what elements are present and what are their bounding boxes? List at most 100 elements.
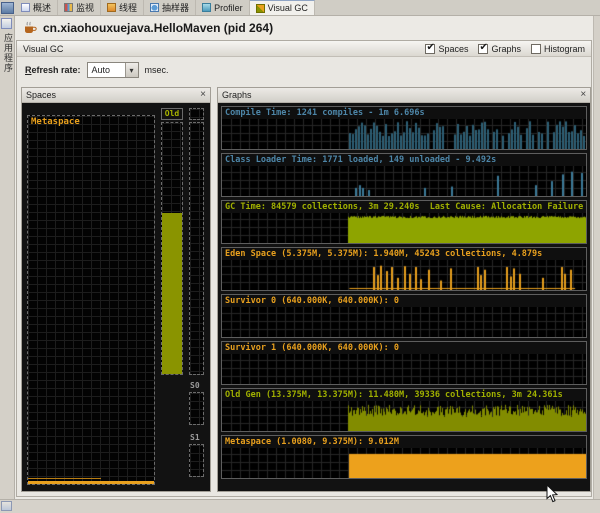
eden-space-box bbox=[189, 122, 204, 375]
metaspace-space-box: Metaspace bbox=[27, 115, 155, 485]
check-icon: ✔ bbox=[479, 41, 488, 53]
profiler-icon bbox=[202, 3, 212, 12]
checkbox-graphs[interactable]: ✔ Graphs bbox=[478, 41, 521, 54]
graph-strip-6: Old Gen (13.375M, 13.375M): 11.480M, 393… bbox=[221, 388, 588, 432]
spaces-panel-title: Spaces bbox=[26, 90, 57, 100]
applications-sidebar-label[interactable]: 应用程序 bbox=[2, 33, 15, 73]
survivor0-space-box bbox=[189, 392, 204, 425]
survivor1-space-box bbox=[189, 444, 204, 477]
graph-strip-chart bbox=[222, 119, 587, 149]
graphs-panel-header: Graphs × bbox=[218, 88, 591, 103]
graph-strip-chart bbox=[222, 307, 587, 337]
graph-strip-chart bbox=[222, 260, 587, 290]
application-title-row: cn.xiaohouxuejava.HelloMaven (pid 264) bbox=[15, 16, 593, 40]
spaces-checkbox-box[interactable]: ✔ bbox=[425, 41, 436, 54]
survivor0-space-label: S0 bbox=[190, 381, 200, 390]
spaces-panel-header: Spaces × bbox=[22, 88, 210, 103]
window-corner-icon bbox=[1, 2, 14, 14]
graph-strip-7: Metaspace (1.0080, 9.375M): 9.012M bbox=[221, 435, 588, 479]
metaspace-usage-line bbox=[28, 478, 102, 479]
tab-profiler[interactable]: Profiler bbox=[196, 0, 250, 15]
survivor1-space-label: S1 bbox=[190, 433, 200, 442]
tab-label: 概述 bbox=[33, 3, 52, 13]
eden-space-label-box bbox=[189, 108, 204, 120]
graph-strip-chart bbox=[222, 166, 587, 196]
status-bar bbox=[0, 499, 600, 513]
graph-strip-5: Survivor 1 (640.000K, 640.000K): 0 bbox=[221, 341, 588, 385]
visualvm-window: 概述 监视 线程 抽样器 Profiler Visual GC 应用程序 cn.xiaoh… bbox=[0, 0, 600, 513]
vertical-scrollbar[interactable] bbox=[593, 16, 600, 499]
threads-icon bbox=[107, 3, 117, 12]
chevron-down-icon[interactable]: ▾ bbox=[124, 63, 138, 77]
old-usage-fill bbox=[162, 213, 182, 374]
view-checkbox-group: ✔ Spaces ✔ Graphs Histogram bbox=[425, 41, 585, 54]
tab-bar: 概述 监视 线程 抽样器 Profiler Visual GC bbox=[0, 0, 600, 16]
tab-抽样器[interactable]: 抽样器 bbox=[144, 0, 197, 15]
graph-strip-title: Metaspace (1.0080, 9.375M): 9.012M bbox=[222, 436, 587, 448]
refresh-rate-row: Refresh rate: Auto ▾ msec. bbox=[17, 57, 591, 83]
graph-strip-title: Survivor 1 (640.000K, 640.000K): 0 bbox=[222, 342, 587, 354]
graph-strip-title: Compile Time: 1241 compiles - 1m 6.696s bbox=[222, 107, 587, 119]
tab-visual-gc[interactable]: Visual GC bbox=[249, 0, 315, 15]
applications-tab-icon[interactable] bbox=[1, 18, 12, 29]
graph-strip-2: GC Time: 84579 collections, 3m 29.240s L… bbox=[221, 200, 588, 244]
histogram-checkbox-box[interactable] bbox=[530, 43, 541, 54]
tab-label: 抽样器 bbox=[162, 3, 190, 13]
graph-strip-title: Eden Space (5.375M, 5.375M): 1.940M, 452… bbox=[222, 248, 587, 260]
metaspace-usage-fill bbox=[28, 481, 154, 484]
tab-label: 监视 bbox=[76, 3, 95, 13]
main-area: cn.xiaohouxuejava.HelloMaven (pid 264) V… bbox=[15, 16, 593, 499]
tab-线程[interactable]: 线程 bbox=[101, 0, 145, 15]
graph-strip-chart bbox=[222, 354, 587, 384]
tab-label: Visual GC bbox=[267, 3, 308, 13]
visualgc-icon bbox=[255, 3, 265, 13]
visualgc-toolbar: Visual GC ✔ Spaces ✔ Graphs Histogram bbox=[17, 41, 591, 57]
check-icon: ✔ bbox=[426, 41, 435, 53]
graph-strip-4: Survivor 0 (640.000K, 640.000K): 0 bbox=[221, 294, 588, 338]
refresh-rate-unit: msec. bbox=[144, 65, 169, 75]
refresh-rate-label: Refresh rate: bbox=[25, 65, 81, 75]
checkbox-label: Graphs bbox=[491, 43, 521, 54]
page-title: cn.xiaohouxuejava.HelloMaven (pid 264) bbox=[43, 21, 274, 35]
graph-strip-0: Compile Time: 1241 compiles - 1m 6.696s bbox=[221, 106, 588, 150]
old-space-box bbox=[161, 122, 183, 375]
monitor-icon bbox=[64, 3, 74, 12]
graphs-close-button[interactable]: × bbox=[580, 90, 586, 100]
overview-icon bbox=[21, 3, 30, 12]
old-space-label: Old bbox=[161, 108, 183, 120]
statusbar-corner-icon bbox=[1, 501, 12, 511]
graphs-panel-title: Graphs bbox=[222, 90, 252, 100]
graphs-panel-body: Compile Time: 1241 compiles - 1m 6.696s C… bbox=[218, 103, 591, 491]
sampler-icon bbox=[150, 3, 160, 12]
graph-strip-title: Old Gen (13.375M, 13.375M): 11.480M, 393… bbox=[222, 389, 587, 401]
graph-strip-chart bbox=[222, 448, 587, 478]
graph-strip-title: Class Loader Time: 1771 loaded, 149 unlo… bbox=[222, 154, 587, 166]
checkbox-label: Histogram bbox=[543, 43, 585, 54]
java-coffee-icon bbox=[25, 21, 37, 33]
tab-概述[interactable]: 概述 bbox=[15, 0, 59, 15]
spaces-panel: Spaces × Metaspace Old S0 S1 bbox=[21, 87, 211, 492]
graphs-checkbox-box[interactable]: ✔ bbox=[478, 41, 489, 54]
graph-strip-title: Survivor 0 (640.000K, 640.000K): 0 bbox=[222, 295, 587, 307]
graph-strip-3: Eden Space (5.375M, 5.375M): 1.940M, 452… bbox=[221, 247, 588, 291]
visualgc-content: Visual GC ✔ Spaces ✔ Graphs Histogram Refres… bbox=[16, 40, 592, 497]
graphs-panel: Graphs × Compile Time: 1241 compiles - 1… bbox=[217, 87, 592, 492]
applications-sidebar[interactable]: 应用程序 bbox=[0, 16, 15, 499]
metaspace-space-label: Metaspace bbox=[31, 117, 80, 127]
spaces-close-button[interactable]: × bbox=[200, 90, 206, 100]
spaces-panel-body: Metaspace Old S0 S1 bbox=[22, 103, 210, 491]
graph-strip-chart bbox=[222, 401, 587, 431]
tab-label: Profiler bbox=[214, 2, 243, 13]
graph-strip-chart bbox=[222, 213, 587, 243]
tab-监视[interactable]: 监视 bbox=[58, 0, 102, 15]
refresh-rate-value: Auto bbox=[91, 65, 111, 75]
checkbox-spaces[interactable]: ✔ Spaces bbox=[425, 41, 469, 54]
refresh-rate-select[interactable]: Auto ▾ bbox=[86, 62, 139, 78]
panels-row: Spaces × Metaspace Old S0 S1 Graphs × Co… bbox=[21, 87, 592, 492]
checkbox-label: Spaces bbox=[438, 43, 469, 54]
checkbox-histogram[interactable]: Histogram bbox=[530, 43, 585, 54]
graph-strip-title: GC Time: 84579 collections, 3m 29.240s L… bbox=[222, 201, 587, 213]
graph-strip-1: Class Loader Time: 1771 loaded, 149 unlo… bbox=[221, 153, 588, 197]
tab-label: 线程 bbox=[119, 3, 138, 13]
visualgc-toolbar-title: Visual GC bbox=[23, 43, 64, 54]
